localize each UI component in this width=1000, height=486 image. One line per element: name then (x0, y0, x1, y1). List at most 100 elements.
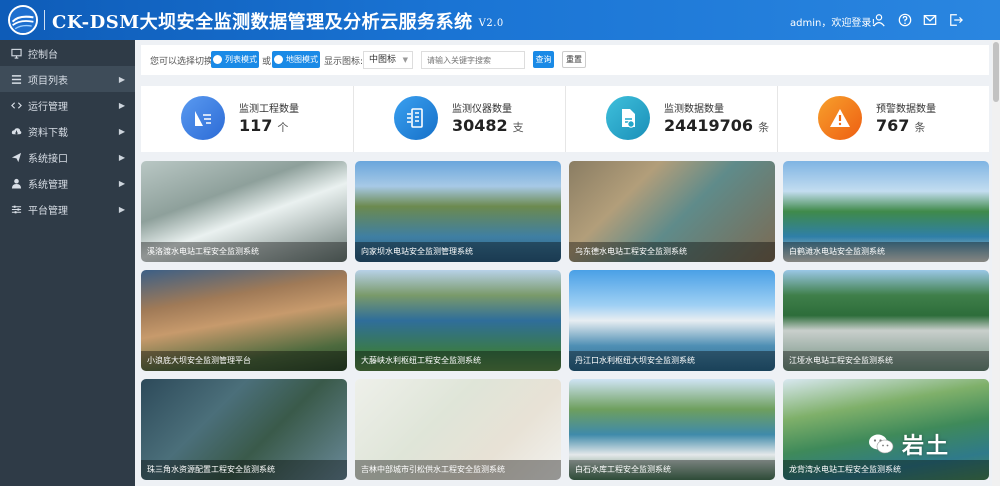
project-card[interactable]: 白石水库工程安全监测系统 (569, 379, 775, 480)
sidebar-item-project-list[interactable]: 项目列表 ▶ (0, 66, 135, 92)
stat-label: 监测工程数量 (239, 104, 299, 115)
project-card-title: 龙背湾水电站工程安全监测系统 (783, 460, 989, 480)
project-card[interactable]: 溪洛渡水电站工程安全监测系统 (141, 161, 347, 262)
logout-icon[interactable] (948, 12, 964, 28)
stat-projects: 监测工程数量 117 个 (141, 86, 353, 152)
sidebar-item-label: 资料下载 (28, 127, 68, 139)
stat-unit: 条 (914, 121, 926, 134)
sidebar-item-label: 项目列表 (28, 75, 68, 87)
stat-number: 767 (876, 116, 910, 135)
chevron-right-icon: ▶ (118, 204, 125, 214)
project-card[interactable]: 白鹤滩水电站安全监测系统 (783, 161, 989, 262)
icon-size-value: 中图标 (369, 55, 397, 65)
stat-value: 767 条 (876, 116, 925, 135)
cloud-download-icon (10, 125, 22, 137)
or-text: 或 (262, 57, 272, 67)
project-card-title: 丹江口水利枢纽大坝安全监测系统 (569, 351, 775, 371)
project-icon (181, 96, 225, 140)
globe-icon (274, 55, 283, 64)
chevron-right-icon: ▶ (118, 178, 125, 188)
watermark-text: 岩土 (902, 433, 951, 459)
sidebar-item-label: 系统管理 (28, 179, 68, 191)
app-version: V2.0 (478, 17, 504, 29)
project-card[interactable]: 大藤峡水利枢纽工程安全监测系统 (355, 270, 561, 371)
project-card-title: 白鹤滩水电站安全监测系统 (783, 242, 989, 262)
stat-data-records: 监测数据数量 24419706 条 (565, 86, 777, 152)
map-mode-button[interactable]: 地图模式 (272, 51, 320, 68)
chevron-right-icon: ▶ (118, 74, 125, 84)
user-greeting: admin，欢迎登录! (790, 18, 876, 29)
search-button[interactable]: 查询 (533, 51, 554, 68)
sidebar-item-downloads[interactable]: 资料下载 ▶ (0, 118, 135, 144)
stat-label: 监测仪器数量 (452, 104, 512, 115)
search-input[interactable] (421, 51, 525, 69)
stat-warnings: 预警数据数量 767 条 (777, 86, 989, 152)
project-card[interactable]: 乌东德水电站工程安全监测系统 (569, 161, 775, 262)
chevron-right-icon: ▶ (118, 152, 125, 162)
project-card-title: 白石水库工程安全监测系统 (569, 460, 775, 480)
sidebar-item-interfaces[interactable]: 系统接口 ▶ (0, 144, 135, 170)
scrollbar-thumb[interactable] (993, 42, 999, 102)
mail-icon[interactable] (922, 12, 938, 28)
list-icon (10, 73, 22, 85)
app-title: CK-DSM大坝安全监测数据管理及分析云服务系统 V2.0 (52, 8, 504, 34)
reset-button[interactable]: 重置 (562, 51, 586, 68)
list-mode-icon (213, 55, 222, 64)
wechat-icon (869, 434, 894, 454)
project-card-title: 大藤峡水利枢纽工程安全监测系统 (355, 351, 561, 371)
map-mode-label: 地图模式 (286, 55, 318, 64)
project-card-title: 溪洛渡水电站工程安全监测系统 (141, 242, 347, 262)
list-mode-button[interactable]: 列表模式 (211, 51, 259, 68)
stat-unit: 支 (512, 121, 524, 134)
statistics-panel: 监测工程数量 117 个 监测仪器数量 30482 支 监测数据数量 2441970… (141, 86, 989, 152)
sidebar-item-label: 平台管理 (28, 205, 68, 217)
stat-unit: 条 (758, 121, 770, 134)
sliders-icon (10, 203, 22, 215)
data-file-icon (606, 96, 650, 140)
logo-divider (44, 10, 45, 30)
warning-icon (818, 96, 862, 140)
chevron-right-icon: ▶ (118, 100, 125, 110)
stat-number: 30482 (452, 116, 508, 135)
app-title-text: CK-DSM大坝安全监测数据管理及分析云服务系统 (52, 12, 473, 33)
display-icon-text: 显示图标: (324, 57, 364, 67)
stat-unit: 个 (277, 121, 289, 134)
project-card[interactable]: 丹江口水利枢纽大坝安全监测系统 (569, 270, 775, 371)
project-card[interactable]: 珠三角水资源配置工程安全监测系统 (141, 379, 347, 480)
sidebar: 控制台 项目列表 ▶ 运行管理 ▶ 资料下载 ▶ 系统接口 ▶ 系统管理 ▶ 平… (0, 40, 135, 486)
project-card-title: 乌东德水电站工程安全监测系统 (569, 242, 775, 262)
send-icon (10, 151, 22, 163)
project-card-title: 向家坝水电站安全监测管理系统 (355, 242, 561, 262)
stat-label: 监测数据数量 (664, 104, 724, 115)
help-icon[interactable] (897, 12, 913, 28)
sidebar-item-dashboard[interactable]: 控制台 (0, 40, 135, 66)
watermark: 岩土 (868, 428, 968, 460)
sidebar-item-platform-admin[interactable]: 平台管理 ▶ (0, 196, 135, 222)
stat-number: 117 (239, 116, 273, 135)
instrument-icon (394, 96, 438, 140)
page-scrollbar[interactable] (992, 40, 1000, 486)
user-icon (10, 177, 22, 189)
app-logo (8, 5, 38, 35)
project-card[interactable]: 小浪底大坝安全监测管理平台 (141, 270, 347, 371)
stat-label: 预警数据数量 (876, 104, 936, 115)
top-header: CK-DSM大坝安全监测数据管理及分析云服务系统 V2.0 admin，欢迎登录! (0, 0, 1000, 40)
project-card[interactable]: 向家坝水电站安全监测管理系统 (355, 161, 561, 262)
stat-number: 24419706 (664, 116, 754, 135)
stat-instruments: 监测仪器数量 30482 支 (353, 86, 565, 152)
sidebar-item-label: 系统接口 (28, 153, 68, 165)
user-icon[interactable] (871, 12, 887, 28)
sidebar-item-system-admin[interactable]: 系统管理 ▶ (0, 170, 135, 196)
chevron-right-icon: ▶ (118, 126, 125, 136)
stat-value: 24419706 条 (664, 116, 769, 135)
sidebar-item-label: 运行管理 (28, 101, 68, 113)
icon-size-select[interactable]: 中图标 ▼ (363, 51, 413, 69)
project-card-title: 小浪底大坝安全监测管理平台 (141, 351, 347, 371)
chevron-down-icon: ▼ (402, 56, 408, 64)
monitor-icon (10, 47, 22, 59)
project-card[interactable]: 吉林中部城市引松供水工程安全监测系统 (355, 379, 561, 480)
sidebar-item-label: 控制台 (28, 49, 58, 61)
sidebar-item-operation[interactable]: 运行管理 ▶ (0, 92, 135, 118)
stat-value: 30482 支 (452, 116, 524, 135)
project-card[interactable]: 江垭水电站工程安全监测系统 (783, 270, 989, 371)
